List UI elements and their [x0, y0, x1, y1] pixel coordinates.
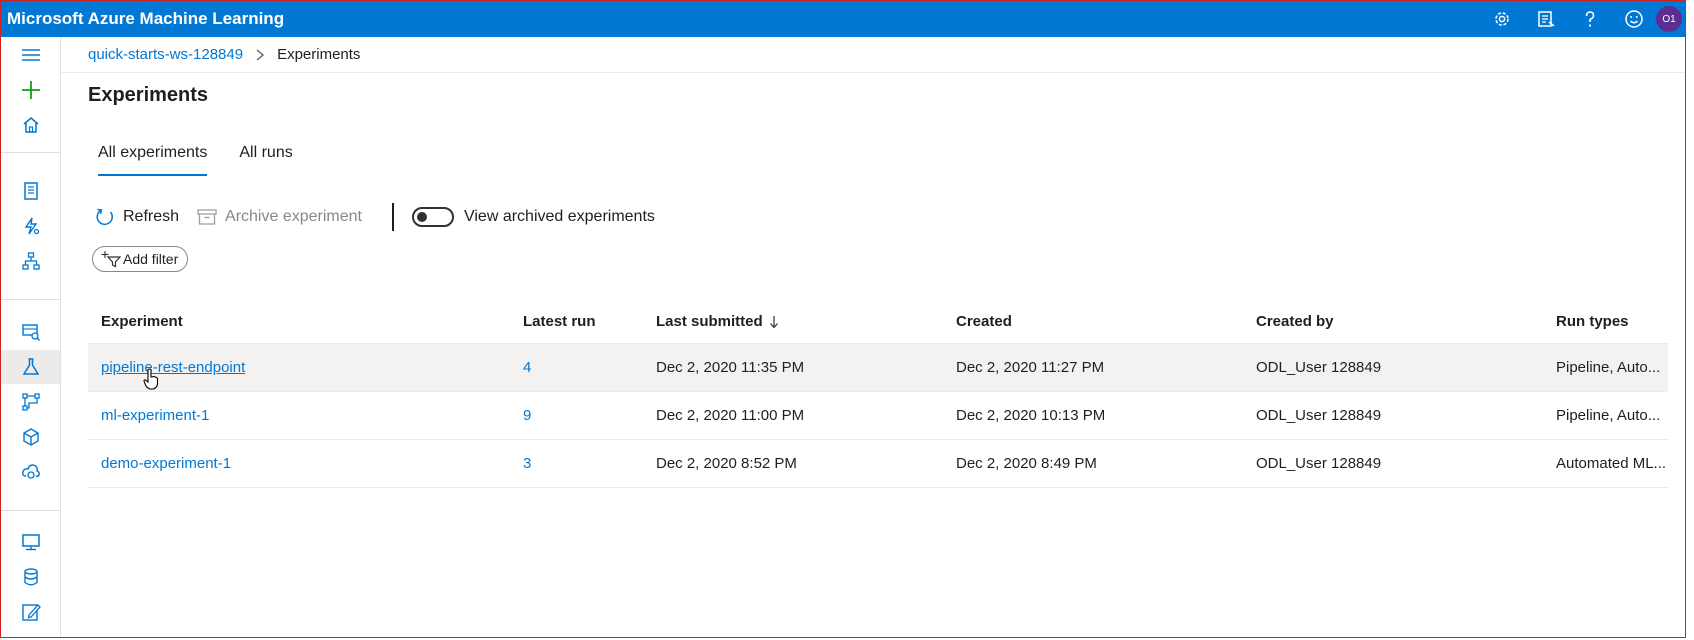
models-icon[interactable] — [1, 420, 60, 454]
experiment-cell: ml-experiment-1 — [101, 392, 501, 439]
endpoints-icon[interactable] — [1, 455, 60, 489]
archive-icon — [197, 208, 217, 226]
left-nav — [1, 37, 61, 637]
column-header[interactable]: Created by — [1256, 300, 1536, 343]
table-row[interactable]: demo-experiment-1 3 Dec 2, 2020 8:52 PM … — [88, 440, 1668, 488]
refresh-icon — [95, 207, 115, 227]
created-by-cell: ODL_User 128849 — [1256, 359, 1382, 376]
page-title: Experiments — [88, 84, 209, 106]
table-header: Experiment Latest run Last submitted Cre… — [88, 300, 1668, 344]
hamburger-icon[interactable] — [1, 38, 60, 72]
top-icons: O1 — [1480, 1, 1686, 37]
column-header-label: Last submitted — [656, 313, 763, 330]
run-types-cell: Automated ML... — [1556, 455, 1667, 472]
gear-icon[interactable] — [1480, 1, 1524, 37]
created-cell: Dec 2, 2020 8:49 PM — [956, 455, 1097, 472]
view-archived-toggle[interactable] — [411, 207, 454, 227]
hand-cursor-icon — [143, 368, 159, 395]
archive-label: Archive experiment — [225, 208, 362, 225]
add-filter-button[interactable]: Add filter — [92, 246, 189, 272]
column-header[interactable]: Experiment — [101, 300, 501, 343]
add-filter-label: Add filter — [123, 251, 179, 267]
created-by-cell: ODL_User 128849 — [1256, 407, 1382, 424]
tab-all-runs[interactable]: All runs — [239, 144, 292, 176]
smiley-icon[interactable] — [1612, 1, 1656, 37]
run-types-cell: Pipeline, Auto... — [1556, 359, 1661, 376]
tabs: All experiments All runs — [98, 144, 325, 176]
last-submitted-cell: Dec 2, 2020 8:52 PM — [656, 455, 797, 472]
experiment-cell: demo-experiment-1 — [101, 440, 501, 487]
designer-icon[interactable] — [1, 244, 60, 278]
column-header[interactable]: Run types — [1556, 300, 1668, 343]
compute-icon[interactable] — [1, 525, 60, 559]
created-by-cell: ODL_User 128849 — [1256, 455, 1382, 472]
breadcrumb: quick-starts-ws-128849 Experiments — [88, 46, 360, 63]
latest-run-cell: 3 — [523, 440, 633, 487]
tab-all-experiments[interactable]: All experiments — [98, 144, 208, 176]
latest-run-cell: 4 — [523, 344, 633, 391]
toggle-knob — [416, 212, 427, 222]
breadcrumb-workspace-link[interactable]: quick-starts-ws-128849 — [88, 46, 243, 63]
header-divider — [60, 72, 1686, 73]
pipelines-icon[interactable] — [1, 385, 60, 419]
breadcrumb-current: Experiments — [277, 46, 361, 63]
latest-run-link[interactable]: 3 — [523, 455, 531, 472]
latest-run-cell: 9 — [523, 392, 633, 439]
latest-run-link[interactable]: 9 — [523, 407, 531, 424]
toolbar: Refresh Archive experiment View archived… — [95, 202, 655, 232]
created-cell: Dec 2, 2020 11:27 PM — [956, 359, 1105, 376]
top-bar: Microsoft Azure Machine Learning O1 — [1, 1, 1686, 37]
experiment-link[interactable]: pipeline-rest-endpoint — [101, 359, 245, 376]
refresh-label: Refresh — [123, 208, 180, 225]
home-icon[interactable] — [1, 108, 60, 142]
nav-divider — [1, 299, 60, 300]
nav-divider — [1, 152, 60, 153]
refresh-button[interactable]: Refresh — [95, 207, 179, 227]
avatar[interactable]: O1 — [1656, 6, 1682, 32]
view-archived-label: View archived experiments — [463, 208, 655, 225]
automl-icon[interactable] — [1, 209, 60, 243]
latest-run-link[interactable]: 4 — [523, 359, 531, 376]
archive-experiment-button[interactable]: Archive experiment — [197, 208, 362, 226]
experiment-cell: pipeline-rest-endpoint — [101, 344, 501, 391]
toolbar-divider — [391, 203, 394, 231]
experiment-link[interactable]: demo-experiment-1 — [101, 455, 231, 472]
column-header-sorted[interactable]: Last submitted — [656, 300, 936, 343]
run-types-cell: Pipeline, Auto... — [1556, 407, 1661, 424]
sort-descending-icon — [769, 315, 779, 329]
nav-divider — [1, 510, 60, 511]
chevron-right-icon — [255, 49, 265, 61]
column-header[interactable]: Latest run — [523, 300, 633, 343]
table-row[interactable]: ml-experiment-1 9 Dec 2, 2020 11:00 PM D… — [88, 392, 1668, 440]
experiment-link[interactable]: ml-experiment-1 — [101, 407, 209, 424]
labeling-icon[interactable] — [1, 595, 60, 629]
experiments-table: Experiment Latest run Last submitted Cre… — [88, 300, 1668, 488]
column-header[interactable]: Created — [956, 300, 1236, 343]
datastores-icon[interactable] — [1, 560, 60, 594]
notebook-icon[interactable] — [1, 174, 60, 208]
feedback-list-icon[interactable] — [1524, 1, 1568, 37]
created-cell: Dec 2, 2020 10:13 PM — [956, 407, 1106, 424]
last-submitted-cell: Dec 2, 2020 11:35 PM — [656, 359, 805, 376]
add-filter-icon — [101, 250, 121, 268]
plus-icon[interactable] — [1, 73, 60, 107]
last-submitted-cell: Dec 2, 2020 11:00 PM — [656, 407, 805, 424]
help-icon[interactable] — [1568, 1, 1612, 37]
experiments-icon[interactable] — [1, 350, 60, 384]
datasets-icon[interactable] — [1, 315, 60, 349]
app-title: Microsoft Azure Machine Learning — [7, 9, 285, 28]
table-row[interactable]: pipeline-rest-endpoint 4 Dec 2, 2020 11:… — [88, 344, 1668, 392]
